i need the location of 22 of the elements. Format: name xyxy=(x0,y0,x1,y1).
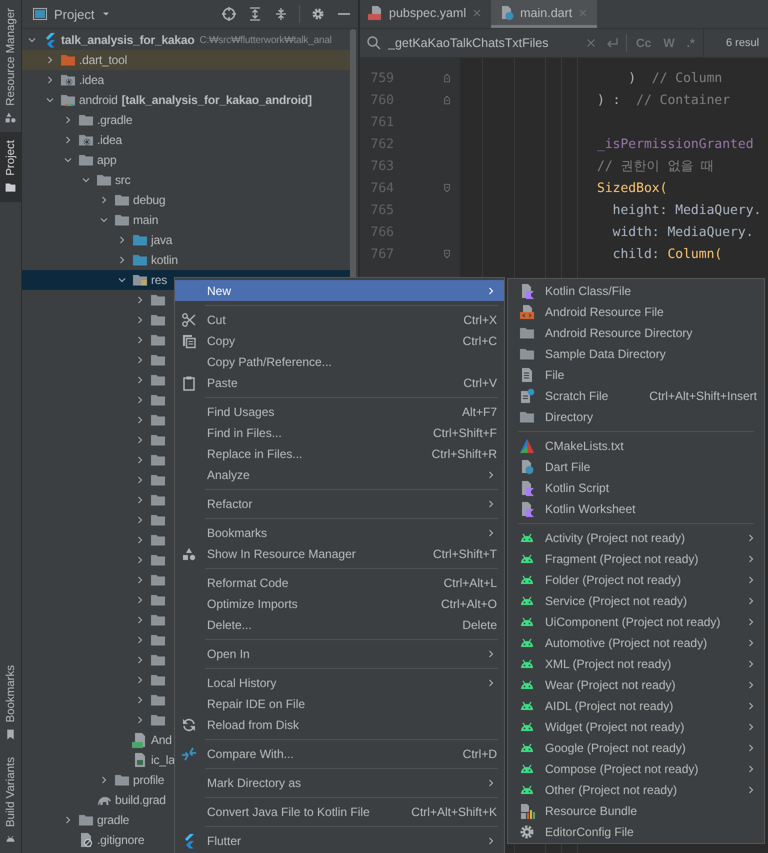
shortcut-text: Delete xyxy=(462,618,497,632)
shortcut-text: Ctrl+X xyxy=(463,312,497,326)
shortcut-text: Ctrl+V xyxy=(463,376,497,390)
shortcut-text: Ctrl+Shift+R xyxy=(432,446,497,460)
shortcut-text: Ctrl+Shift+F xyxy=(432,426,497,440)
code-line: SizedBox( xyxy=(597,180,668,196)
shortcut-text: Alt+F7 xyxy=(462,404,497,418)
shortcut-text: Ctrl+C xyxy=(462,334,497,348)
shortcut-text: Ctrl+Alt+Shift+K xyxy=(411,804,497,818)
code-line: _isPermissionGranted xyxy=(597,136,754,152)
code-line: ) : // Container xyxy=(597,92,730,108)
code-line: // 권한이 없을 때 xyxy=(597,158,714,175)
shortcut-text: Ctrl+Alt+L xyxy=(444,576,497,590)
shortcut-text: Ctrl+Alt+O xyxy=(440,596,497,610)
results-count: 6 resul xyxy=(726,37,760,49)
code-line: width: MediaQuery. xyxy=(612,224,754,240)
code-line: height: MediaQuery. xyxy=(612,202,762,218)
shortcut-text: Ctrl+D xyxy=(462,746,497,760)
code-line: ) // Column xyxy=(627,70,722,86)
code-line: child: Column( xyxy=(612,246,722,262)
shortcut-text: Ctrl+Shift+T xyxy=(432,546,497,560)
shortcut-text: Ctrl+Alt+Shift+Insert xyxy=(649,388,757,402)
